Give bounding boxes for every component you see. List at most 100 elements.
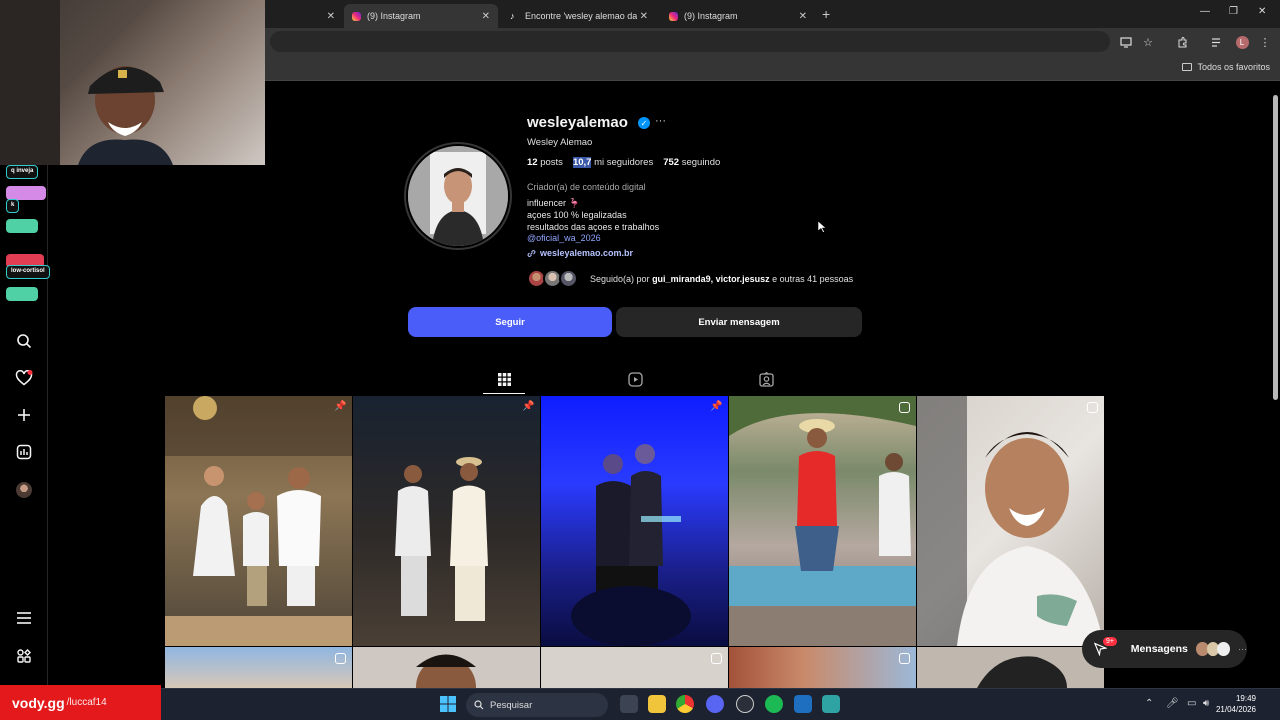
post-tile[interactable] <box>917 647 1104 688</box>
profile-bio: influencer 🦩 açoes 100 % legalizadas res… <box>527 197 659 233</box>
instagram-icon <box>352 11 361 21</box>
volume-icon[interactable]: 🔊︎ <box>1203 698 1209 709</box>
reel-icon <box>1087 402 1098 413</box>
folder-icon <box>1182 63 1193 71</box>
website-text: wesleyalemao.com.br <box>540 248 634 258</box>
reels-tab-icon[interactable] <box>627 371 643 387</box>
install-app-icon[interactable] <box>1118 34 1134 50</box>
link-icon <box>527 249 536 257</box>
avatar <box>559 269 578 288</box>
post-tile[interactable] <box>917 396 1104 646</box>
more-options-icon[interactable]: ··· <box>655 115 666 127</box>
browser-tab-3[interactable]: ♪ Encontre 'wesley alemao dançan ✕ <box>502 4 656 28</box>
avatar <box>16 482 32 498</box>
notifications-heart-icon[interactable] <box>14 368 34 388</box>
chrome-icon[interactable] <box>676 695 694 713</box>
bookmark-star-icon[interactable]: ☆ <box>1140 34 1156 50</box>
messages-drawer-button[interactable]: 9+ Mensagens ··· <box>1082 630 1247 668</box>
media-controls-icon[interactable] <box>1209 34 1225 50</box>
post-image <box>571 444 691 646</box>
followed-by-avatars[interactable] <box>527 269 587 289</box>
clock-date: 21/04/2026 <box>1215 705 1256 714</box>
url-input[interactable] <box>270 31 1110 52</box>
followed-by-text[interactable]: Seguido(a) por gui_miranda9, victor.jesu… <box>590 274 853 284</box>
spotify-icon[interactable] <box>765 695 783 713</box>
post-tile[interactable]: 📌 <box>353 396 540 646</box>
browser-tab-4[interactable]: (9) Instagram ✕ <box>661 4 815 28</box>
followers-stat[interactable]: 10,7 mi seguidores <box>572 157 654 168</box>
taskbar-search-input[interactable]: Pesquisar <box>466 693 608 717</box>
followed-by-suffix: e outras 41 pessoas <box>772 274 854 284</box>
extensions-icon[interactable] <box>1174 34 1190 50</box>
new-tab-icon[interactable]: + <box>822 6 830 22</box>
bio-mention-link[interactable]: @oficial_wa_2026 <box>527 233 601 243</box>
profile-picture[interactable] <box>408 146 508 246</box>
post-tile[interactable]: 📌 <box>165 396 352 646</box>
minimize-icon[interactable]: — <box>1200 6 1210 17</box>
search-icon[interactable] <box>14 331 34 351</box>
reel-icon <box>335 653 346 664</box>
more-menu-icon[interactable] <box>14 608 34 628</box>
app-icon[interactable] <box>794 695 812 713</box>
active-tab-indicator <box>483 393 525 394</box>
scrollbar-thumb[interactable] <box>1273 95 1278 400</box>
follow-button[interactable]: Seguir <box>408 307 612 337</box>
webcam-overlay <box>0 0 265 165</box>
post-tile[interactable] <box>541 647 728 688</box>
search-icon <box>474 700 484 710</box>
tiktok-icon: ♪ <box>510 10 515 21</box>
following-stat[interactable]: 752 seguindo <box>663 157 720 168</box>
post-tile[interactable] <box>729 396 916 646</box>
profile-category: Criador(a) de conteúdo digital <box>527 182 646 192</box>
browser-tab-2[interactable]: (9) Instagram ✕ <box>344 4 498 28</box>
restore-icon[interactable]: ❐ <box>1229 6 1238 17</box>
profile-avatar[interactable] <box>14 480 34 500</box>
reel-icon <box>711 653 722 664</box>
close-icon[interactable]: ✕ <box>799 11 807 22</box>
obs-icon[interactable] <box>736 695 754 713</box>
all-bookmarks-button[interactable]: Todos os favoritos <box>1182 62 1270 72</box>
bio-website-link[interactable]: wesleyalemao.com.br <box>527 248 633 258</box>
windows-start-icon[interactable] <box>440 696 456 717</box>
screen: ✕ (9) Instagram ✕ ♪ Encontre 'wesley ale… <box>0 0 1280 720</box>
posts-grid-tab-icon[interactable] <box>496 371 512 387</box>
discord-icon[interactable] <box>706 695 724 713</box>
instagram-icon <box>669 11 678 21</box>
network-icon[interactable]: ▭ <box>1187 698 1196 709</box>
reel-icon <box>899 653 910 664</box>
also-from-meta-icon[interactable] <box>14 646 34 666</box>
send-message-button[interactable]: Enviar mensagem <box>616 307 862 337</box>
profile-letter: L <box>1235 35 1249 49</box>
system-clock[interactable]: 19:49 21/04/2026 <box>1216 693 1256 715</box>
post-tile[interactable] <box>165 647 352 688</box>
dashboard-icon[interactable] <box>14 442 34 462</box>
profile-full-name: Wesley Alemao <box>527 137 593 148</box>
close-window-icon[interactable]: ✕ <box>1258 6 1266 17</box>
profile-button[interactable]: L <box>1234 34 1250 50</box>
post-image <box>729 396 916 646</box>
chat-chip: low-cortisol <box>6 265 50 279</box>
followers-label: mi seguidores <box>594 157 654 168</box>
search-placeholder: Pesquisar <box>490 699 533 711</box>
menu-kebab-icon[interactable]: ⋮ <box>1257 34 1273 50</box>
create-plus-icon[interactable] <box>14 405 34 425</box>
pinned-icon: 📌 <box>334 401 347 412</box>
close-icon[interactable]: ✕ <box>327 11 335 22</box>
chevron-up-icon[interactable]: ⌃ <box>1145 698 1153 709</box>
close-icon[interactable]: ✕ <box>640 11 648 22</box>
tagged-tab-icon[interactable] <box>758 371 774 387</box>
profile-username: wesleyalemao <box>527 114 628 131</box>
post-tile[interactable] <box>729 647 916 688</box>
profile-stats: 12 posts 10,7 mi seguidores 752 seguindo <box>527 157 720 168</box>
post-tile[interactable]: 📌 <box>541 396 728 646</box>
task-view-icon[interactable] <box>620 695 638 713</box>
browser-tab-1[interactable]: ✕ <box>265 4 343 28</box>
file-explorer-icon[interactable] <box>648 695 666 713</box>
notepad-icon[interactable] <box>822 695 840 713</box>
chat-chip-decor <box>6 219 38 233</box>
post-image <box>395 457 488 621</box>
close-icon[interactable]: ✕ <box>482 11 490 22</box>
microphone-icon[interactable]: 🎤︎ <box>1166 698 1179 709</box>
posts-count: 12 <box>527 157 538 168</box>
post-tile[interactable] <box>353 647 540 688</box>
